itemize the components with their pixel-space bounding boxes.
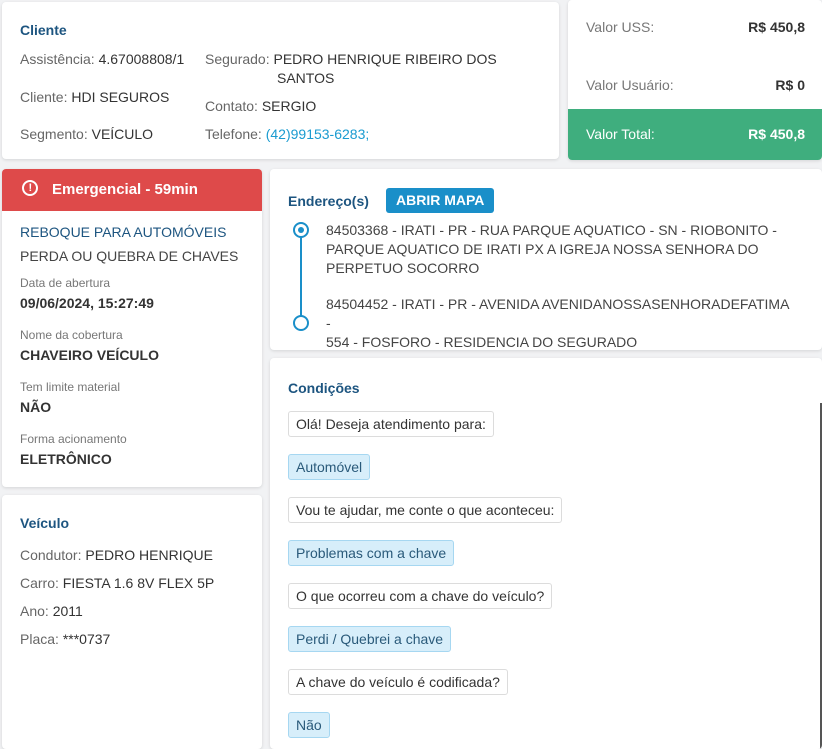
segurado-field: Segurado: PEDRO HENRIQUE RIBEIRO DOS	[205, 51, 497, 67]
open-map-button[interactable]: ABRIR MAPA	[386, 188, 495, 213]
valor-uss-value: R$ 450,8	[748, 19, 805, 35]
contato-field: Contato: SERGIO	[205, 98, 317, 114]
client-card: Cliente Assistência: 4.67008808/1 Client…	[2, 2, 559, 159]
vehicle-title: Veículo	[20, 515, 70, 531]
answer-bubble: Não	[288, 712, 330, 738]
address-destination: 84504452 - IRATI - PR - AVENIDA AVENIDAN…	[326, 296, 789, 350]
acionamento-label: Forma acionamento	[20, 432, 127, 446]
question-bubble: A chave do veículo é codificada?	[288, 669, 508, 695]
vehicle-card: Veículo Condutor: PEDRO HENRIQUE Carro: …	[2, 495, 262, 749]
question-bubble: O que ocorreu com a chave do veículo?	[288, 583, 553, 609]
question-bubble: Vou te ajudar, me conte o que aconteceu:	[288, 497, 563, 523]
origin-marker-icon	[293, 222, 309, 238]
service-type: REBOQUE PARA AUTOMÓVEIS	[20, 224, 227, 240]
valor-total-row: Valor Total: R$ 450,8	[568, 109, 822, 160]
telefone-link[interactable]: (42)99153-6283;	[266, 126, 370, 142]
answer-bubble: Problemas com a chave	[288, 540, 455, 566]
info-icon: !	[22, 180, 38, 196]
condutor-field: Condutor: PEDRO HENRIQUE	[20, 547, 213, 563]
carro-field: Carro: FIESTA 1.6 8V FLEX 5P	[20, 575, 215, 591]
segurado-value: PEDRO HENRIQUE RIBEIRO DOS	[273, 51, 497, 67]
abertura-value: 09/06/2024, 15:27:49	[20, 295, 154, 311]
values-card: Valor USS: R$ 450,8 Valor Usuário: R$ 0 …	[568, 0, 822, 160]
placa-field: Placa: ***0737	[20, 631, 111, 647]
assistencia-field: Assistência: 4.67008808/1	[20, 51, 185, 67]
acionamento-value: ELETRÔNICO	[20, 451, 112, 467]
valor-total-value: R$ 450,8	[748, 126, 805, 142]
client-title: Cliente	[20, 22, 67, 38]
answer-bubble: Perdi / Quebrei a chave	[288, 626, 452, 652]
segmento-field: Segmento: VEÍCULO	[20, 126, 154, 142]
service-reason: PERDA OU QUEBRA DE CHAVES	[20, 248, 239, 264]
question-bubble: Olá! Deseja atendimento para:	[288, 411, 494, 437]
cliente-value: HDI SEGUROS	[71, 89, 170, 105]
valor-usuario-value: R$ 0	[775, 77, 805, 93]
address-title: Endereço(s)	[288, 193, 369, 209]
conditions-title: Condições	[288, 380, 360, 396]
ano-field: Ano: 2011	[20, 603, 83, 619]
answer-bubble: Automóvel	[288, 454, 371, 480]
cliente-field: Cliente: HDI SEGUROS	[20, 89, 170, 105]
telefone-field: Telefone: (42)99153-6283;	[205, 126, 370, 142]
segurado-value-cont: SANTOS	[277, 70, 335, 86]
cobertura-label: Nome da cobertura	[20, 328, 123, 342]
emergency-badge: ! Emergencial - 59min	[2, 169, 262, 211]
cobertura-value: CHAVEIRO VEÍCULO	[20, 347, 159, 363]
address-timeline	[300, 230, 302, 324]
address-card: Endereço(s) ABRIR MAPA 84503368 - IRATI …	[270, 169, 822, 350]
contato-value: SERGIO	[261, 98, 317, 114]
service-card: ! Emergencial - 59min REBOQUE PARA AUTOM…	[2, 169, 262, 487]
limite-label: Tem limite material	[20, 380, 121, 394]
segmento-value: VEÍCULO	[91, 126, 154, 142]
limite-value: NÃO	[20, 399, 52, 415]
destination-marker-icon	[293, 315, 309, 331]
abertura-label: Data de abertura	[20, 276, 111, 290]
assistencia-value: 4.67008808/1	[98, 51, 185, 67]
conditions-card: Condições Olá! Deseja atendimento para: …	[270, 358, 822, 749]
address-origin: 84503368 - IRATI - PR - RUA PARQUE AQUAT…	[326, 222, 777, 276]
